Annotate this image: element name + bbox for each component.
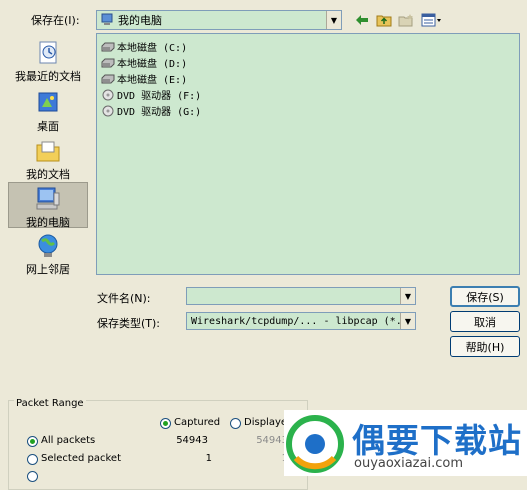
selected-packet-label: Selected packet xyxy=(41,453,122,464)
save-button[interactable]: 保存(S) xyxy=(450,286,520,307)
help-button[interactable]: 帮助(H) xyxy=(450,336,520,357)
place-recent-documents[interactable]: 我最近的文档 xyxy=(8,37,88,85)
selected-packet-radio[interactable] xyxy=(27,454,38,465)
place-network[interactable]: 网上邻居 xyxy=(8,230,88,276)
my-computer-small-icon xyxy=(101,13,113,25)
watermark-logo-icon xyxy=(286,415,344,473)
place-label: 我的文档 xyxy=(26,168,70,181)
all-packets-radio[interactable] xyxy=(27,436,38,447)
cancel-button[interactable]: 取消 xyxy=(450,311,520,332)
filename-input[interactable]: ▼ xyxy=(186,287,416,305)
places-bar: 我最近的文档 桌面 我的文档 我的电脑 网上邻居 xyxy=(8,33,88,281)
list-item[interactable]: DVD 驱动器 (G:) xyxy=(101,103,201,118)
place-label: 网上邻居 xyxy=(26,263,70,276)
view-menu-icon xyxy=(421,13,441,27)
all-packets-displayed-count: 54943 xyxy=(256,435,288,446)
new-folder-button[interactable] xyxy=(397,11,415,29)
save-in-dropdown[interactable]: 我的电脑 ▼ xyxy=(96,10,342,30)
place-my-computer[interactable]: 我的电脑 xyxy=(8,182,88,229)
list-item[interactable]: 本地磁盘 (D:) xyxy=(101,55,187,70)
place-my-documents[interactable]: 我的文档 xyxy=(8,135,88,181)
place-label: 桌面 xyxy=(37,120,59,133)
place-label: 我最近的文档 xyxy=(15,70,81,83)
view-menu-button[interactable] xyxy=(420,11,444,29)
up-folder-button[interactable] xyxy=(375,11,393,29)
displayed-radio[interactable] xyxy=(230,418,241,429)
hard-drive-icon xyxy=(101,74,115,83)
save-in-value: 我的电脑 xyxy=(118,14,162,27)
chevron-down-icon[interactable]: ▼ xyxy=(400,313,415,329)
marked-packets-radio[interactable] xyxy=(27,471,38,482)
filetype-value: Wireshark/tcpdump/... - libpcap (*.pc xyxy=(191,315,400,327)
back-button[interactable] xyxy=(353,11,371,29)
chevron-down-icon[interactable]: ▼ xyxy=(400,288,415,304)
list-item[interactable]: 本地磁盘 (C:) xyxy=(101,39,187,54)
filename-label: 文件名(N): xyxy=(97,292,151,305)
my-computer-icon xyxy=(36,187,60,210)
captured-label: Captured xyxy=(174,417,221,428)
all-packets-label: All packets xyxy=(41,435,96,446)
file-list[interactable]: 本地磁盘 (C:) 本地磁盘 (D:) 本地磁盘 (E:) DVD 驱动器 (F… xyxy=(96,33,520,275)
packet-range-title: Packet Range xyxy=(14,398,86,409)
place-desktop[interactable]: 桌面 xyxy=(8,87,88,133)
dvd-drive-icon xyxy=(102,105,114,116)
list-item[interactable]: DVD 驱动器 (F:) xyxy=(101,87,201,102)
up-folder-icon xyxy=(376,15,392,27)
filetype-dropdown[interactable]: Wireshark/tcpdump/... - libpcap (*.pc ▼ xyxy=(186,312,416,330)
watermark-brand: 偶要下载站 xyxy=(352,421,522,460)
hard-drive-icon xyxy=(101,42,115,51)
desktop-icon xyxy=(38,92,58,112)
network-places-icon xyxy=(38,234,58,257)
recent-documents-icon xyxy=(39,41,57,64)
back-arrow-icon xyxy=(356,15,368,25)
selected-packet-displayed-count: 1 xyxy=(228,453,288,464)
captured-radio[interactable] xyxy=(160,418,171,429)
all-packets-captured-count: 54943 xyxy=(176,435,208,446)
filetype-label: 保存类型(T): xyxy=(97,317,161,330)
watermark: 偶要下载站 ouyaoxiazai.com xyxy=(284,410,527,476)
chevron-down-icon[interactable]: ▼ xyxy=(326,11,341,29)
list-item[interactable]: 本地磁盘 (E:) xyxy=(101,71,187,86)
place-label: 我的电脑 xyxy=(26,216,70,229)
save-in-label: 保存在(I): xyxy=(31,14,80,27)
hard-drive-icon xyxy=(101,58,115,67)
new-folder-icon xyxy=(398,14,413,27)
selected-packet-captured-count: 1 xyxy=(205,453,212,464)
watermark-url: ouyaoxiazai.com xyxy=(354,456,463,471)
dvd-drive-icon xyxy=(102,89,114,100)
my-documents-icon xyxy=(36,141,60,162)
